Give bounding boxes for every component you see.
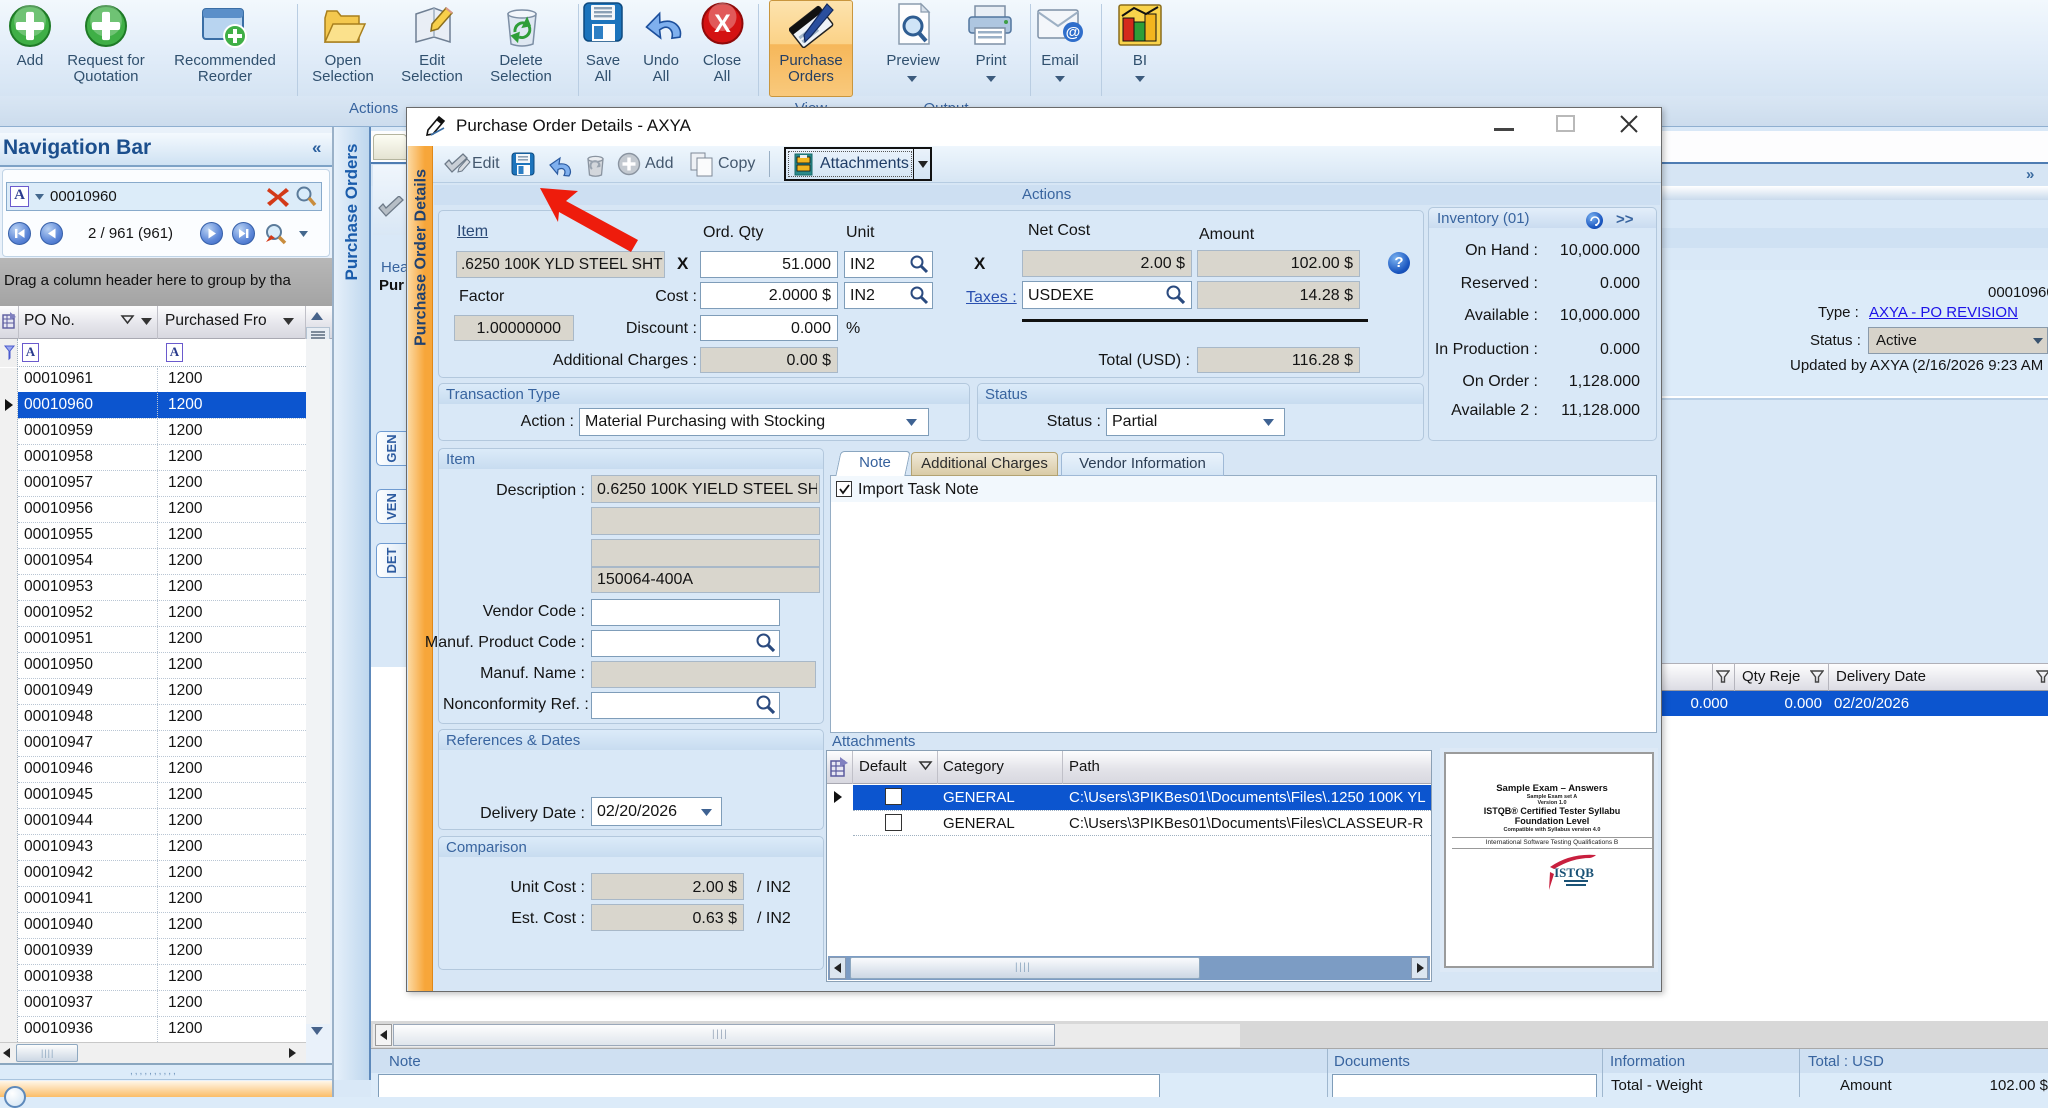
svg-text:ISTQB: ISTQB — [1554, 865, 1594, 880]
svg-text:@: @ — [1066, 24, 1081, 41]
svg-text:X: X — [714, 10, 731, 38]
